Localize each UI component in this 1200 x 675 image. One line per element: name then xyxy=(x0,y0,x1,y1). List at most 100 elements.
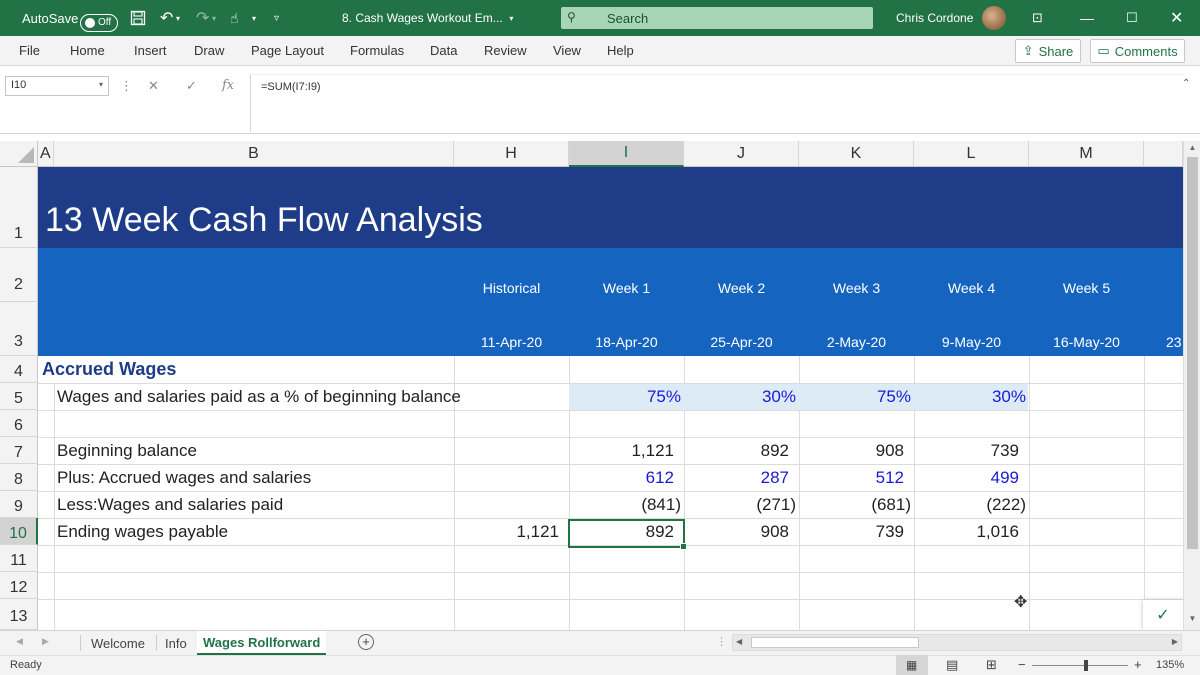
row-header-8[interactable]: 8 xyxy=(0,464,38,491)
active-cell-selection[interactable] xyxy=(568,519,687,550)
column-header-k[interactable]: K xyxy=(799,141,914,167)
date-header-historical[interactable]: 11-Apr-20 xyxy=(454,334,569,350)
customize-toolbar-icon[interactable]: ▿ xyxy=(274,0,279,36)
horizontal-scroll-thumb[interactable] xyxy=(751,637,919,648)
beginning-balance-week-1[interactable]: 1,121 xyxy=(566,437,674,464)
row-header-10[interactable]: 10 xyxy=(0,518,38,545)
normal-view-button[interactable]: ▦ xyxy=(896,655,928,675)
zoom-level[interactable]: 135% xyxy=(1156,659,1184,671)
paid-week-1[interactable]: (841) xyxy=(573,491,681,518)
column-header-l[interactable]: L xyxy=(914,141,1029,167)
scroll-left-icon[interactable]: ◀ xyxy=(736,637,742,646)
undo-dropdown-icon[interactable]: ▾ xyxy=(176,0,180,36)
page-break-view-icon[interactable]: ⊞ xyxy=(986,657,997,673)
row-header-9[interactable]: 9 xyxy=(0,491,38,518)
quick-analysis-check-icon[interactable]: ✓ xyxy=(1143,600,1183,630)
column-header-a[interactable]: A xyxy=(38,141,54,167)
minimize-icon[interactable]: — xyxy=(1080,0,1094,36)
comments-button[interactable]: ▭ Comments xyxy=(1090,39,1185,63)
scroll-up-icon[interactable]: ▲ xyxy=(1184,143,1200,157)
zoom-slider[interactable] xyxy=(1032,660,1128,671)
row-header-7[interactable]: 7 xyxy=(0,437,38,464)
column-header-h[interactable]: H xyxy=(454,141,569,167)
beginning-balance-week-2[interactable]: 892 xyxy=(681,437,789,464)
tab-review[interactable]: Review xyxy=(484,43,527,58)
collapse-formula-bar-icon[interactable]: ⌃ xyxy=(1182,78,1190,89)
row-header-1[interactable]: 1 xyxy=(0,167,38,248)
formula-input[interactable]: =SUM(I7:I9) xyxy=(250,74,1185,132)
sheet-tab-info[interactable]: Info xyxy=(159,631,193,655)
column-header-n[interactable] xyxy=(1144,141,1183,167)
tab-home[interactable]: Home xyxy=(70,43,105,58)
scroll-right-icon[interactable]: ▶ xyxy=(1172,637,1178,646)
zoom-in-icon[interactable]: + xyxy=(1134,657,1142,672)
section-label-accrued-wages[interactable]: Accrued Wages xyxy=(42,356,176,383)
pct-week-4[interactable]: 30% xyxy=(918,383,1026,410)
paid-week-4[interactable]: (222) xyxy=(918,491,1026,518)
touch-mode-icon[interactable]: ☝ xyxy=(230,0,239,36)
scroll-down-icon[interactable]: ▼ xyxy=(1184,614,1200,628)
vertical-scroll-thumb[interactable] xyxy=(1187,157,1198,549)
user-name[interactable]: Chris Cordone xyxy=(896,0,973,36)
pct-week-2[interactable]: 30% xyxy=(688,383,796,410)
accrued-wages-label[interactable]: Plus: Accrued wages and salaries xyxy=(57,464,311,491)
tab-draw[interactable]: Draw xyxy=(194,43,224,58)
ending-historical[interactable]: 1,121 xyxy=(451,518,559,545)
row-header-5[interactable]: 5 xyxy=(0,383,38,410)
ending-week-3[interactable]: 739 xyxy=(796,518,904,545)
period-header-week-4[interactable]: Week 4 xyxy=(914,280,1029,296)
period-header-week-5[interactable]: Week 5 xyxy=(1029,280,1144,296)
avatar[interactable] xyxy=(982,6,1006,30)
maximize-icon[interactable]: ☐ xyxy=(1126,0,1138,36)
beginning-balance-week-3[interactable]: 908 xyxy=(796,437,904,464)
horizontal-scrollbar[interactable]: ◀ ▶ xyxy=(732,634,1182,651)
confirm-entry-icon[interactable]: ✓ xyxy=(186,78,197,94)
close-icon[interactable]: ✕ xyxy=(1170,0,1183,36)
search-input[interactable]: ⚲ Search xyxy=(561,7,873,29)
pct-row-label[interactable]: Wages and salaries paid as a % of beginn… xyxy=(57,383,461,410)
save-icon[interactable] xyxy=(130,0,146,36)
ribbon-display-icon[interactable]: ⊡ xyxy=(1032,0,1043,36)
row-header-13[interactable]: 13 xyxy=(0,599,38,630)
column-header-b[interactable]: B xyxy=(54,141,454,167)
tab-formulas[interactable]: Formulas xyxy=(350,43,404,58)
paid-week-2[interactable]: (271) xyxy=(688,491,796,518)
ending-week-4[interactable]: 1,016 xyxy=(911,518,1019,545)
name-box-dropdown-icon[interactable]: ▾ xyxy=(99,80,103,89)
date-header-week-2[interactable]: 25-Apr-20 xyxy=(684,334,799,350)
row-header-11[interactable]: 11 xyxy=(0,545,38,572)
prev-sheet-icon[interactable]: ◀ xyxy=(16,636,23,647)
redo-dropdown-icon[interactable]: ▾ xyxy=(212,0,216,36)
column-header-m[interactable]: M xyxy=(1029,141,1144,167)
insert-function-icon[interactable]: fx xyxy=(222,78,234,93)
tab-page-layout[interactable]: Page Layout xyxy=(251,43,324,58)
touch-dropdown-icon[interactable]: ▾ xyxy=(252,0,256,36)
row-header-4[interactable]: 4 xyxy=(0,356,38,383)
share-button[interactable]: ⇪ Share xyxy=(1015,39,1081,63)
tab-split-grip-icon[interactable]: ⋮ xyxy=(716,635,727,648)
tab-view[interactable]: View xyxy=(553,43,581,58)
wages-paid-label[interactable]: Less:Wages and salaries paid xyxy=(57,491,283,518)
spreadsheet-grid[interactable]: A B H I J K L M 1 2 3 4 5 6 7 8 9 10 11 … xyxy=(0,141,1183,630)
redo-icon[interactable]: ↷ xyxy=(196,0,209,36)
date-header-week-5[interactable]: 16-May-20 xyxy=(1029,334,1144,350)
tab-file[interactable]: File xyxy=(19,43,40,58)
select-all-corner[interactable] xyxy=(0,141,38,167)
undo-icon[interactable]: ↶ xyxy=(160,0,173,36)
date-header-week-4[interactable]: 9-May-20 xyxy=(914,334,1029,350)
period-header-week-2[interactable]: Week 2 xyxy=(684,280,799,296)
sheet-tab-wages-rollforward[interactable]: Wages Rollforward xyxy=(197,631,327,655)
ending-week-2[interactable]: 908 xyxy=(681,518,789,545)
paid-week-3[interactable]: (681) xyxy=(803,491,911,518)
cancel-entry-icon[interactable]: ✕ xyxy=(148,78,159,94)
tab-insert[interactable]: Insert xyxy=(134,43,167,58)
period-header-week-3[interactable]: Week 3 xyxy=(799,280,914,296)
tab-data[interactable]: Data xyxy=(430,43,457,58)
name-box[interactable]: I10 ▾ xyxy=(5,76,109,96)
accrued-week-2[interactable]: 287 xyxy=(681,464,789,491)
sheet-tab-welcome[interactable]: Welcome xyxy=(85,631,151,655)
column-header-j[interactable]: J xyxy=(684,141,799,167)
row-header-2[interactable]: 2 xyxy=(0,248,38,302)
vertical-scrollbar[interactable]: ▲ ▼ xyxy=(1183,141,1200,630)
row-header-3[interactable]: 3 xyxy=(0,302,38,356)
